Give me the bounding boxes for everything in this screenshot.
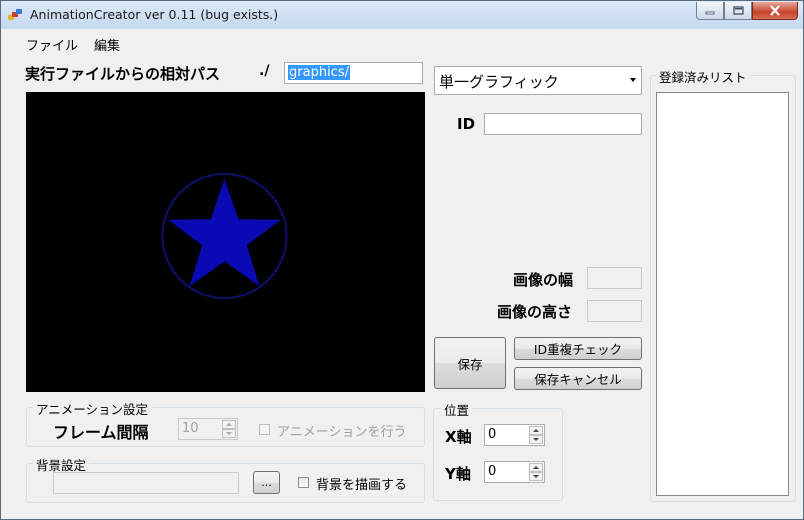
relative-path-input[interactable]: graphics/ (284, 62, 423, 84)
position-title: 位置 (441, 400, 473, 419)
maximize-icon (732, 5, 744, 15)
image-width-label: 画像の幅 (513, 271, 574, 289)
relative-path-value: graphics/ (288, 65, 350, 80)
animation-settings-title: アニメーション設定 (33, 399, 152, 418)
frame-interval-label: フレーム間隔 (53, 423, 149, 442)
x-axis-value: 0 (488, 427, 497, 442)
caption-buttons (696, 2, 798, 20)
animate-label: アニメーションを行う (277, 425, 407, 440)
browse-button[interactable]: ... (253, 471, 280, 494)
id-check-button[interactable]: ID重複チェック (514, 337, 642, 360)
graphic-type-value: 単一グラフィック (439, 73, 559, 91)
close-button[interactable] (752, 2, 798, 20)
app-icon (8, 9, 22, 21)
app-window: AnimationCreator ver 0.11 (bug exists.) … (0, 0, 804, 520)
spin-up-icon[interactable] (529, 463, 543, 472)
draw-background-checkbox[interactable] (298, 477, 309, 488)
registered-listbox[interactable] (656, 92, 789, 496)
position-group (433, 408, 563, 501)
graphic-type-select[interactable]: 単一グラフィック (434, 66, 642, 95)
animate-checkbox (259, 424, 270, 435)
maximize-button[interactable] (724, 2, 752, 20)
background-path-field (53, 472, 239, 494)
relative-path-label: 実行ファイルからの相対パス (25, 65, 221, 83)
menu-bar: ファイル 編集 (9, 29, 795, 55)
relative-path-prefix: ./ (259, 63, 270, 79)
dropdown-arrow-icon (630, 78, 636, 82)
menu-edit[interactable]: 編集 (94, 35, 120, 54)
preview-canvas[interactable] (26, 92, 425, 392)
spin-down-icon (222, 429, 236, 438)
frame-interval-value: 10 (182, 421, 199, 436)
window-title: AnimationCreator ver 0.11 (bug exists.) (30, 7, 279, 22)
minimize-icon (705, 11, 715, 14)
image-width-field (587, 267, 642, 289)
y-axis-stepper[interactable]: 0 (484, 461, 545, 483)
minimize-button[interactable] (696, 2, 724, 20)
y-axis-label: Y軸 (445, 465, 471, 483)
registered-list-title: 登録済みリスト (656, 67, 750, 86)
x-axis-label: X軸 (445, 428, 472, 446)
spin-down-icon[interactable] (529, 472, 543, 481)
id-input[interactable] (484, 113, 642, 135)
draw-background-label: 背景を描画する (316, 478, 408, 493)
image-height-label: 画像の高さ (497, 303, 573, 321)
spin-up-icon[interactable] (529, 426, 543, 435)
spin-up-icon (222, 420, 236, 429)
close-icon (770, 5, 780, 16)
spin-down-icon[interactable] (529, 435, 543, 444)
frame-interval-stepper: 10 (178, 418, 238, 440)
id-label: ID (457, 115, 476, 133)
star-shape (168, 179, 281, 287)
save-button[interactable]: 保存 (434, 337, 506, 389)
x-axis-stepper[interactable]: 0 (484, 424, 545, 446)
cancel-save-button[interactable]: 保存キャンセル (514, 367, 642, 390)
title-bar[interactable]: AnimationCreator ver 0.11 (bug exists.) (1, 1, 803, 29)
preview-graphic (161, 173, 288, 299)
y-axis-value: 0 (488, 464, 497, 479)
menu-file[interactable]: ファイル (26, 35, 78, 54)
image-height-field (587, 300, 642, 322)
